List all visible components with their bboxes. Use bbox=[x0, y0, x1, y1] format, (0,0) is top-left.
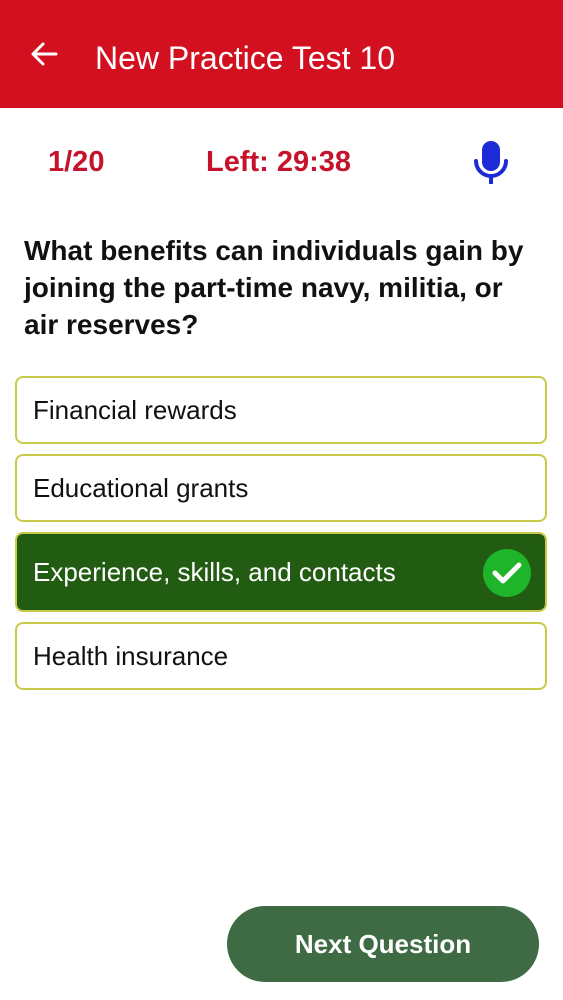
answer-option-label: Financial rewards bbox=[33, 394, 237, 425]
status-row: 1/20 Left: 29:38 bbox=[0, 130, 563, 196]
time-left: Left: 29:38 bbox=[206, 146, 352, 178]
answer-option-label: Health insurance bbox=[33, 640, 229, 671]
question-counter: 1/20 bbox=[48, 146, 105, 178]
answer-option-label: Experience, skills, and contacts bbox=[33, 556, 396, 587]
app-bar: New Practice Test 10 bbox=[0, 0, 563, 108]
answer-option-label: Educational grants bbox=[33, 472, 249, 503]
arrow-left-icon bbox=[30, 41, 58, 72]
answer-option-selected[interactable]: Experience, skills, and contacts bbox=[15, 532, 547, 612]
page-title: New Practice Test 10 bbox=[95, 40, 395, 76]
question-text: What benefits can individuals gain by jo… bbox=[24, 235, 524, 340]
back-button[interactable] bbox=[22, 34, 66, 78]
next-question-button[interactable]: Next Question bbox=[227, 906, 539, 982]
next-question-label: Next Question bbox=[294, 928, 472, 959]
microphone-button[interactable] bbox=[466, 138, 516, 194]
answer-option[interactable]: Financial rewards bbox=[15, 376, 547, 444]
answer-option[interactable]: Educational grants bbox=[15, 454, 547, 522]
microphone-icon bbox=[472, 139, 510, 194]
answer-options: Financial rewards Educational grants Exp… bbox=[15, 376, 547, 700]
answer-option[interactable]: Health insurance bbox=[15, 622, 547, 690]
check-circle-icon bbox=[483, 549, 531, 597]
